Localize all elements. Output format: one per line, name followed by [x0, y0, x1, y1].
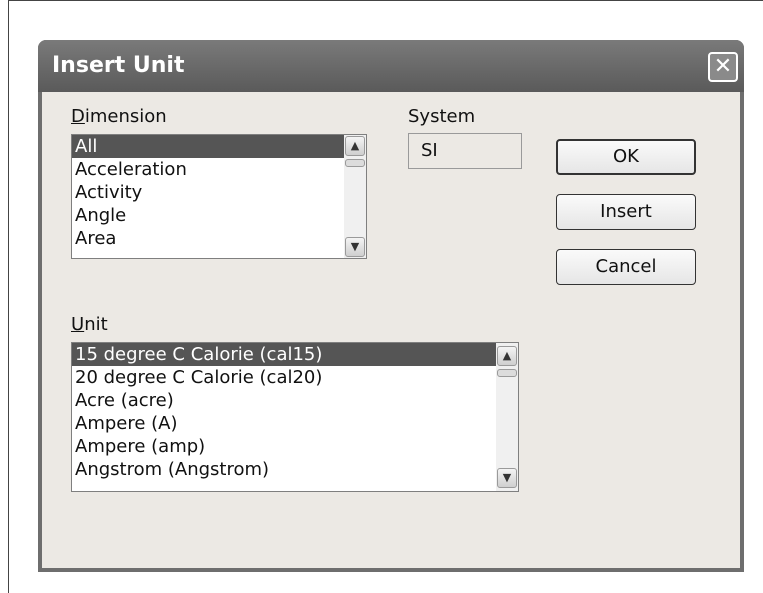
scroll-thumb[interactable] [497, 369, 517, 377]
dimension-scrollbar[interactable]: ▲ ▼ [344, 135, 366, 258]
unit-items: 15 degree C Calorie (cal15) 20 degree C C… [72, 343, 518, 481]
ok-button[interactable]: OK [556, 139, 696, 175]
dimension-label: Dimension [71, 106, 167, 128]
system-value-field: SI [408, 133, 522, 169]
unit-list-item[interactable]: Ampere (amp) [72, 435, 518, 458]
dimension-list-item[interactable]: Acceleration [72, 158, 366, 181]
dialog-title: Insert Unit [52, 53, 185, 78]
unit-listbox[interactable]: 15 degree C Calorie (cal15) 20 degree C C… [71, 342, 519, 492]
dimension-label-accelerator: D [71, 106, 85, 127]
dialog-titlebar[interactable]: Insert Unit ✕ [38, 40, 744, 92]
dimension-listbox[interactable]: All Acceleration Activity Angle Area ▲ ▼ [71, 134, 367, 259]
dimension-label-text: imension [84, 106, 167, 127]
unit-label-text: nit [84, 314, 108, 335]
dimension-items: All Acceleration Activity Angle Area [72, 135, 366, 250]
dimension-list-item[interactable]: Angle [72, 204, 366, 227]
scroll-up-icon[interactable]: ▲ [345, 136, 365, 156]
dialog-client-area: Dimension All Acceleration Activity Angle Ar… [42, 92, 740, 568]
unit-label: Unit [71, 314, 108, 336]
unit-list-item[interactable]: Ampere (A) [72, 412, 518, 435]
frame-top-border [8, 0, 763, 1]
close-icon[interactable]: ✕ [708, 52, 738, 82]
unit-label-accelerator: U [71, 314, 85, 335]
unit-list-item[interactable]: 20 degree C Calorie (cal20) [72, 366, 518, 389]
unit-list-item[interactable]: 15 degree C Calorie (cal15) [72, 343, 518, 366]
dimension-list-item[interactable]: All [72, 135, 366, 158]
scroll-up-icon[interactable]: ▲ [497, 346, 517, 366]
scroll-thumb[interactable] [345, 159, 365, 167]
unit-scrollbar[interactable]: ▲ ▼ [496, 343, 518, 491]
unit-list-item[interactable]: Angstrom (Angstrom) [72, 458, 518, 481]
frame-left-border [8, 0, 9, 593]
unit-list-item[interactable]: Acre (acre) [72, 389, 518, 412]
dimension-list-item[interactable]: Activity [72, 181, 366, 204]
scroll-down-icon[interactable]: ▼ [345, 237, 365, 257]
cancel-button[interactable]: Cancel [556, 249, 696, 285]
dimension-list-item[interactable]: Area [72, 227, 366, 250]
system-label: System [408, 106, 476, 127]
insert-button[interactable]: Insert [556, 194, 696, 230]
scroll-down-icon[interactable]: ▼ [497, 468, 517, 488]
insert-unit-dialog: Insert Unit ✕ Dimension All Acceleration A… [38, 40, 744, 572]
